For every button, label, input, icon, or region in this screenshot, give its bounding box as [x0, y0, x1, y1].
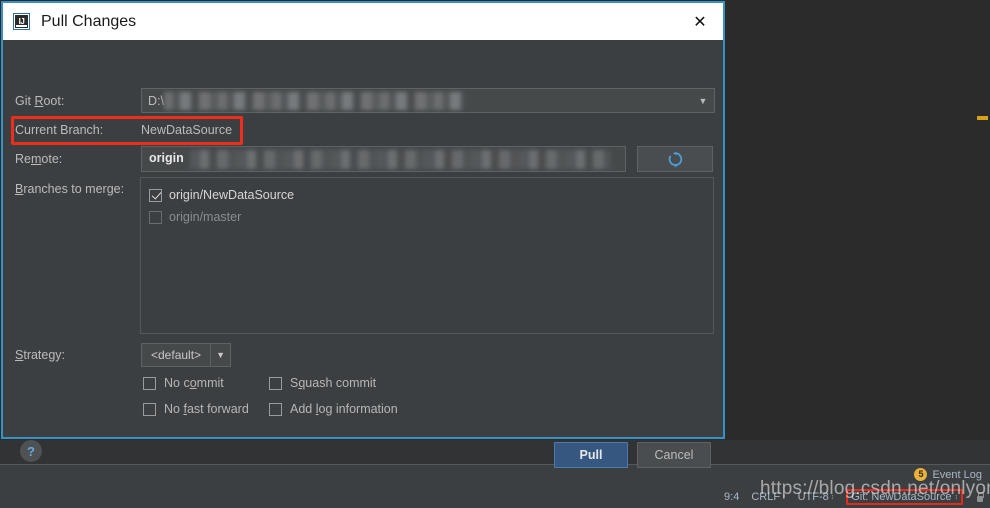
current-branch-value: NewDataSource	[141, 123, 233, 137]
redacted-remote-blur	[190, 150, 611, 169]
remote-label: Remote:	[15, 152, 63, 166]
event-log-label: Event Log	[932, 468, 982, 481]
merge-options-group: No commit Squash commit No fast forward …	[143, 376, 398, 428]
squash-commit-option[interactable]: Squash commit	[269, 376, 376, 390]
current-branch-row: Current Branch: NewDataSource	[3, 120, 723, 140]
current-branch-label: Current Branch:	[15, 123, 104, 137]
git-root-row: Git Root: D:\ ▼	[3, 88, 723, 113]
dialog-footer-buttons: Pull Cancel	[554, 442, 711, 468]
squash-commit-checkbox[interactable]	[269, 376, 282, 390]
event-log-count-badge: 5	[914, 468, 928, 481]
branch-checkbox[interactable]	[149, 210, 162, 224]
no-fast-forward-checkbox[interactable]	[143, 402, 156, 416]
strategy-label: Strategy:	[15, 348, 66, 362]
screen: 5 Event Log 9:4 CRLF ↕ UTF-8 ↕ Git: NewD…	[0, 0, 990, 508]
chevron-updown-icon: ↕	[782, 493, 786, 501]
intellij-idea-icon: IJ	[13, 13, 30, 30]
no-fast-forward-option[interactable]: No fast forward	[143, 402, 269, 416]
branches-to-merge-label: Branches to merge:	[15, 182, 125, 196]
pull-changes-dialog: IJ Pull Changes ✕ Git Root: D:\ ▼ Curren…	[1, 1, 725, 468]
remote-combobox[interactable]: origin	[141, 146, 626, 172]
git-root-combobox[interactable]: D:\ ▼	[141, 88, 715, 113]
chevron-updown-icon: ↕	[830, 493, 835, 501]
branch-checkbox[interactable]	[149, 188, 162, 202]
chevron-down-icon[interactable]: ▼	[210, 344, 230, 366]
line-separator-label: CRLF	[751, 491, 781, 503]
strategy-combobox[interactable]: <default> ▼	[141, 343, 232, 367]
branches-list[interactable]: origin/NewDataSource origin/master	[140, 177, 714, 334]
caret-position[interactable]: 9:4	[724, 491, 739, 503]
redacted-path-blur	[164, 92, 466, 110]
ide-toolwindow-strip	[0, 440, 990, 465]
list-item[interactable]: origin/master	[147, 206, 713, 228]
gutter-marker	[977, 116, 988, 120]
list-item[interactable]: origin/NewDataSource	[147, 184, 713, 206]
add-log-information-option[interactable]: Add log information	[269, 402, 398, 416]
merge-options-row-1: No commit Squash commit	[143, 376, 398, 390]
cancel-button[interactable]: Cancel	[637, 442, 711, 468]
add-log-information-label: Add log information	[290, 402, 398, 416]
refresh-icon	[668, 151, 682, 167]
git-branch-label: Git: NewDataSource	[851, 491, 952, 503]
dialog-body: Git Root: D:\ ▼ Current Branch: NewDataS…	[3, 40, 723, 468]
strategy-row: Strategy: <default> ▼	[3, 343, 723, 367]
dialog-titlebar: IJ Pull Changes ✕	[3, 3, 723, 40]
refresh-button[interactable]	[637, 146, 713, 172]
status-bar-items: 9:4 CRLF ↕ UTF-8 ↕ Git: NewDataSource ↕	[724, 489, 984, 505]
git-root-label: Git Root:	[15, 93, 65, 108]
squash-commit-label: Squash commit	[290, 376, 377, 390]
pull-button[interactable]: Pull	[554, 442, 628, 468]
branch-label: origin/master	[169, 210, 242, 224]
add-log-information-checkbox[interactable]	[269, 402, 282, 416]
help-icon[interactable]: ?	[20, 440, 42, 462]
no-commit-label: No commit	[164, 376, 224, 390]
line-separator-widget[interactable]: CRLF ↕	[751, 491, 785, 503]
git-root-value: D:\	[148, 93, 164, 108]
encoding-label: UTF-8	[797, 491, 829, 503]
no-fast-forward-label: No fast forward	[164, 402, 249, 416]
event-log-button[interactable]: 5 Event Log	[914, 468, 982, 481]
dialog-title: Pull Changes	[41, 12, 137, 30]
branch-label: origin/NewDataSource	[169, 188, 295, 202]
remote-value: origin	[149, 151, 184, 165]
lock-icon[interactable]	[975, 491, 984, 503]
chevron-updown-icon: ↕	[954, 493, 959, 501]
merge-options-row-2: No fast forward Add log information	[143, 402, 398, 416]
no-commit-option[interactable]: No commit	[143, 376, 269, 390]
encoding-widget[interactable]: UTF-8 ↕	[798, 491, 835, 503]
git-branch-widget[interactable]: Git: NewDataSource ↕	[846, 489, 963, 505]
close-icon[interactable]: ✕	[677, 3, 723, 40]
strategy-value: <default>	[151, 348, 202, 362]
remote-row: Remote: origin	[3, 146, 723, 172]
no-commit-checkbox[interactable]	[143, 376, 156, 390]
chevron-down-icon[interactable]: ▼	[692, 89, 714, 112]
